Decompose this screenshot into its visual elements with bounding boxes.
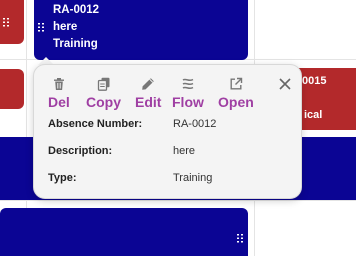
field-label: Type: xyxy=(48,172,77,184)
delete-label: Del xyxy=(48,94,70,110)
calendar-event-left-middle[interactable] xyxy=(0,69,24,163)
open-label: Open xyxy=(218,94,254,110)
pencil-icon xyxy=(142,78,155,90)
edit-button[interactable]: Edit xyxy=(135,77,161,110)
event-details-popup: Del Copy Edit Flow Open Absence Number: … xyxy=(33,64,302,199)
drag-handle-icon[interactable] xyxy=(3,17,9,27)
event-description: here xyxy=(53,21,78,33)
event-title: 0015 xyxy=(302,75,327,87)
calendar-grid-line xyxy=(0,200,356,201)
open-external-icon xyxy=(230,77,243,90)
flow-icon xyxy=(182,78,194,90)
drag-handle-icon[interactable] xyxy=(237,233,243,243)
event-type: Training xyxy=(53,38,98,50)
field-value: Training xyxy=(173,172,213,184)
calendar-event-left-top[interactable] xyxy=(0,0,24,44)
field-value: RA-0012 xyxy=(173,118,217,130)
flow-label: Flow xyxy=(172,94,204,110)
open-button[interactable]: Open xyxy=(218,77,254,110)
calendar-event-ra-0012[interactable]: RA-0012 here Training xyxy=(34,0,248,60)
close-button[interactable] xyxy=(278,77,292,91)
delete-button[interactable]: Del xyxy=(48,77,70,110)
drag-handle-icon[interactable] xyxy=(38,22,44,32)
calendar-event-bottom[interactable] xyxy=(0,208,248,256)
edit-label: Edit xyxy=(135,94,162,110)
trash-icon xyxy=(53,78,64,90)
event-title: RA-0012 xyxy=(53,4,100,16)
flow-button[interactable]: Flow xyxy=(172,77,204,110)
field-label: Absence Number: xyxy=(48,118,143,130)
field-value: here xyxy=(173,145,196,157)
field-label: Description: xyxy=(48,145,113,157)
copy-icon xyxy=(97,77,109,91)
copy-label: Copy xyxy=(86,94,121,110)
copy-button[interactable]: Copy xyxy=(86,77,121,110)
event-type: ical xyxy=(304,109,323,121)
close-icon xyxy=(279,78,291,90)
